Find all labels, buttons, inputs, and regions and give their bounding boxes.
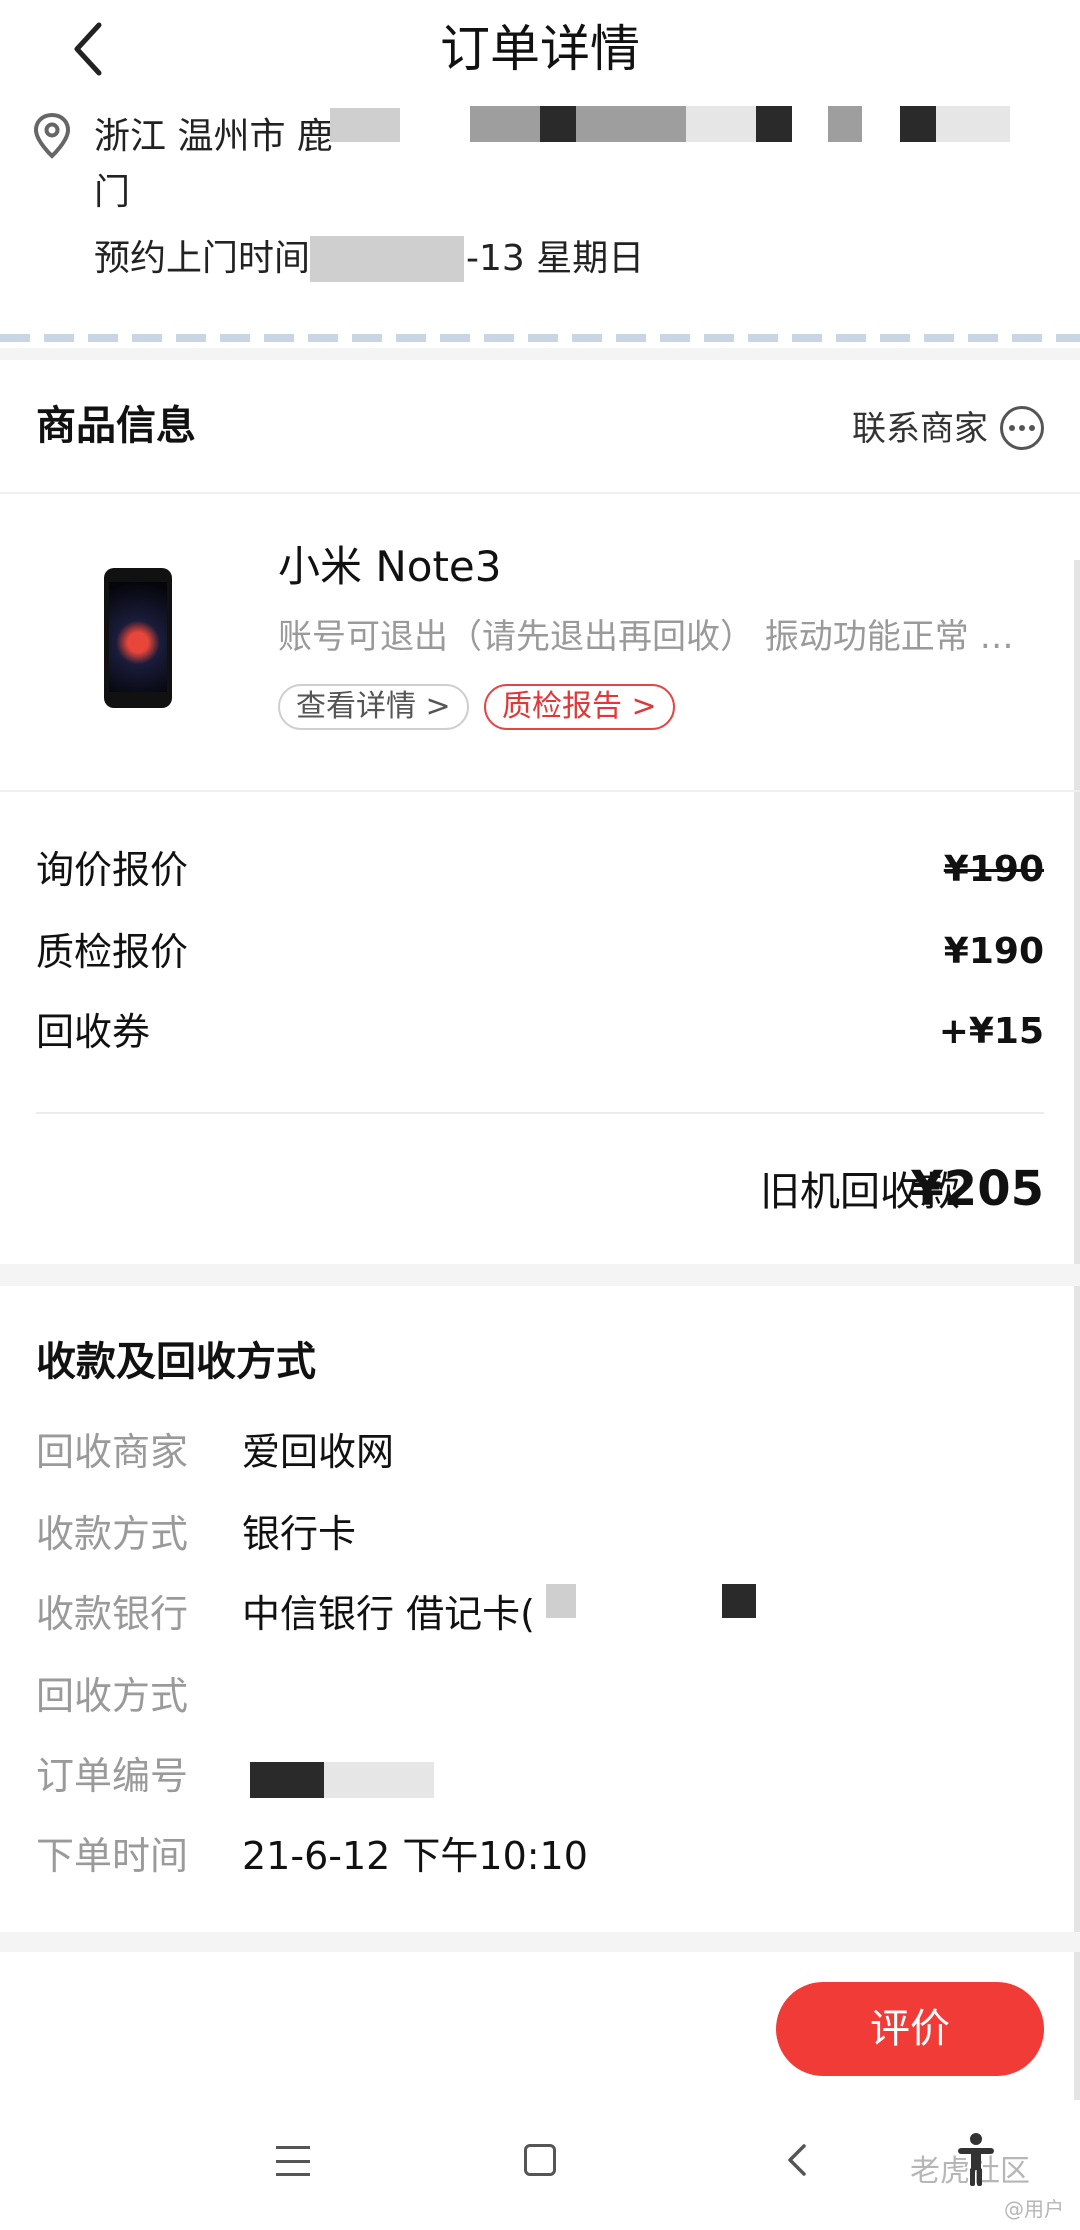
inquiry-price-value: ¥190 bbox=[943, 849, 1044, 890]
privacy-mosaic bbox=[936, 106, 1010, 142]
location-pin-icon bbox=[33, 112, 71, 159]
inspection-price-value: ¥190 bbox=[943, 931, 1044, 972]
inquiry-price-label: 询价报价 bbox=[36, 848, 189, 892]
privacy-mosaic bbox=[828, 106, 862, 142]
privacy-mosaic bbox=[686, 106, 762, 142]
info-label: 订单编号 bbox=[36, 1754, 189, 1798]
payment-section-title: 收款及回收方式 bbox=[36, 1339, 316, 1385]
accessibility-icon[interactable] bbox=[956, 2132, 996, 2188]
section-gap bbox=[0, 1264, 1080, 1286]
coupon-label: 回收券 bbox=[36, 1010, 151, 1054]
product-description: 账号可退出（请先退出再回收） 振动功能正常 … bbox=[278, 617, 1014, 657]
view-details-button[interactable]: 查看详情 > bbox=[278, 684, 469, 730]
info-label: 收款方式 bbox=[36, 1512, 189, 1556]
info-label: 回收商家 bbox=[36, 1430, 189, 1474]
privacy-mosaic bbox=[324, 1762, 434, 1798]
privacy-mosaic bbox=[576, 106, 686, 142]
watermark-subtext: @用户 bbox=[1004, 2197, 1064, 2221]
divider bbox=[36, 1112, 1044, 1114]
info-value: 中信银行 借记卡( bbox=[242, 1592, 535, 1636]
menu-icon[interactable] bbox=[276, 2146, 310, 2176]
info-value: 21-6-12 下午10:10 bbox=[242, 1834, 588, 1878]
inspection-report-button[interactable]: 质检报告 > bbox=[484, 684, 675, 730]
section-gap bbox=[0, 348, 1080, 360]
appointment-label: 预约上门时间 bbox=[94, 238, 311, 279]
product-name: 小米 Note3 bbox=[278, 542, 502, 591]
divider bbox=[0, 790, 1080, 792]
chat-bubble-icon[interactable] bbox=[1000, 406, 1044, 450]
privacy-mosaic bbox=[540, 106, 576, 142]
privacy-mosaic bbox=[250, 1762, 324, 1798]
goods-section-title: 商品信息 bbox=[36, 403, 196, 449]
coupon-value: +¥15 bbox=[938, 1011, 1044, 1052]
privacy-mosaic bbox=[900, 106, 936, 142]
info-label: 下单时间 bbox=[36, 1834, 189, 1878]
inspection-price-label: 质检报价 bbox=[36, 930, 189, 974]
privacy-mosaic bbox=[722, 1584, 756, 1618]
privacy-mosaic bbox=[546, 1584, 576, 1618]
info-value: 银行卡 bbox=[242, 1512, 357, 1556]
address-line-2: 门 bbox=[94, 172, 131, 213]
privacy-mosaic bbox=[470, 106, 540, 142]
product-image[interactable] bbox=[104, 568, 172, 708]
contact-merchant-link[interactable]: 联系商家 bbox=[852, 404, 988, 454]
rate-button[interactable]: 评价 bbox=[776, 1982, 1044, 2076]
divider bbox=[0, 492, 1080, 494]
privacy-mosaic bbox=[310, 236, 464, 282]
appointment-date: -13 星期日 bbox=[466, 238, 645, 279]
section-gap bbox=[0, 1932, 1080, 1952]
privacy-mosaic bbox=[756, 106, 792, 142]
dashed-divider bbox=[0, 334, 1080, 342]
info-value: 爱回收网 bbox=[242, 1430, 395, 1474]
total-value: ¥205 bbox=[910, 1161, 1044, 1217]
info-label: 回收方式 bbox=[36, 1674, 189, 1718]
home-icon[interactable] bbox=[524, 2144, 556, 2176]
page-title: 订单详情 bbox=[440, 20, 640, 78]
info-label: 收款银行 bbox=[36, 1592, 189, 1636]
address-line-1: 浙江 温州市 鹿 bbox=[94, 116, 333, 157]
back-icon[interactable] bbox=[782, 2142, 812, 2178]
privacy-mosaic bbox=[330, 108, 400, 142]
